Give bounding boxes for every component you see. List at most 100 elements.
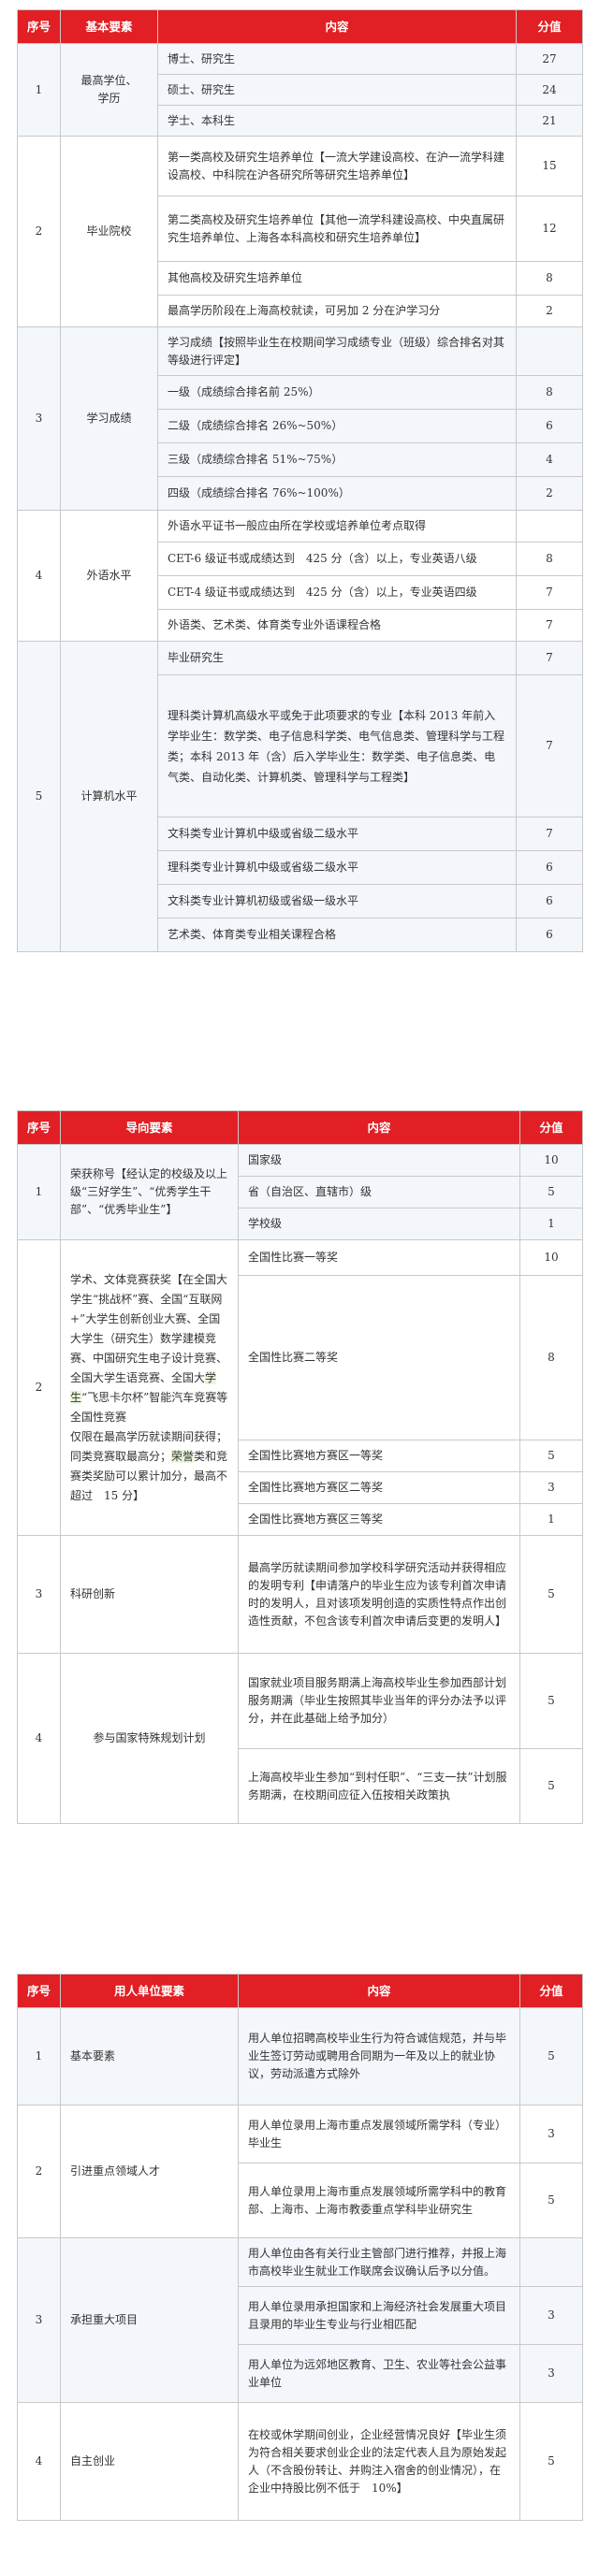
row-content: 四级（成绩综合排名 76%~100%）: [157, 476, 517, 511]
row-content: 第二类高校及研究生培养单位【其他一流学科建设高校、中央直属研究生培养单位、上海各…: [157, 195, 517, 262]
table-row: 3 学习成绩 学习成绩【按照毕业生在校期间学习成绩专业（班级）综合排名对其等级进…: [17, 326, 583, 511]
row-content: 用人单位录用承担国家和上海经济社会发展重大项目且录用的毕业生专业与行业相匹配: [238, 2286, 520, 2345]
row-factor: 承担重大项目: [60, 2237, 239, 2403]
table-header: 序号 用人单位要素 内容 分值: [17, 1974, 583, 2008]
row-content: 用人单位由各有关行业主管部门进行推荐，并报上海市高校毕业生就业工作联席会议确认后…: [238, 2237, 520, 2287]
row-content: 硕士、研究生: [157, 74, 517, 106]
row-score: 7: [516, 609, 583, 642]
table-row: 3 承担重大项目 用人单位由各有关行业主管部门进行推荐，并报上海市高校毕业生就业…: [17, 2237, 583, 2403]
highlight-text: 荣誉: [171, 1449, 195, 1463]
row-content: 第一类高校及研究生培养单位【一流大学建设高校、在沪一流学科建设高校、中科院在沪各…: [157, 136, 517, 196]
row-no: 5: [17, 641, 61, 952]
row-factor: 最高学位、 学历: [60, 43, 158, 137]
table-employer-factors: 序号 用人单位要素 内容 分值 1 基本要素 用人单位招聘高校毕业生行为符合诚信…: [17, 1974, 583, 2521]
col-header-content: 内容: [238, 1974, 520, 2008]
row-score: 6: [516, 409, 583, 443]
row-content: 学习成绩【按照毕业生在校期间学习成绩专业（班级）综合排名对其等级进行评定】: [157, 326, 517, 376]
row-score: 5: [519, 2402, 583, 2521]
row-score: 5: [519, 2163, 583, 2238]
row-content: 全国性比赛地方赛区三等奖: [238, 1503, 520, 1536]
row-score: [516, 510, 583, 543]
row-score: 21: [516, 105, 583, 137]
row-score: 5: [519, 1535, 583, 1654]
row-content: 用人单位招聘高校毕业生行为符合诚信规范，并与毕业生签订劳动或聘用合同期为一年及以…: [238, 2007, 520, 2106]
table-row: 2 引进重点领域人才 用人单位录用上海市重点发展领域所需学科（专业）毕业生 3: [17, 2105, 583, 2238]
row-no: 2: [17, 136, 61, 327]
row-score: 8: [516, 261, 583, 296]
col-header-no: 序号: [17, 9, 61, 44]
row-no: 2: [17, 1239, 61, 1536]
row-content: 最高学历阶段在上海高校就读，可另加 2 分在沪学习分: [157, 295, 517, 327]
row-content: 外语水平证书一般应由所在学校或培养单位考点取得: [157, 510, 517, 543]
table-orientation-factors: 序号 导向要素 内容 分值 1 荣获称号【经认定的校级及以上级“三好学生”、“优…: [17, 1110, 583, 1824]
table-row: 1 最高学位、 学历 博士、研究生 27: [17, 43, 583, 137]
row-score: 10: [519, 1239, 583, 1276]
col-header-score: 分值: [519, 1974, 583, 2008]
row-score: 2: [516, 295, 583, 327]
row-factor: 参与国家特殊规划计划: [60, 1653, 239, 1824]
row-content: 理科类计算机高级水平或免于此项要求的专业【本科 2013 年前入学毕业生：数学类…: [157, 674, 517, 818]
row-content: 全国性比赛地方赛区二等奖: [238, 1471, 520, 1504]
col-header-score: 分值: [516, 9, 583, 44]
row-no: 1: [17, 2007, 61, 2106]
row-score: 12: [516, 195, 583, 262]
row-score: 6: [516, 850, 583, 885]
row-score: 5: [519, 1440, 583, 1472]
row-score: 1: [519, 1503, 583, 1536]
row-content: 上海高校毕业生参加“到村任职”、“三支一扶”计划服务期满，在校期间应征入伍按相关…: [238, 1748, 520, 1824]
row-no: 3: [17, 326, 61, 511]
row-factor: 计算机水平: [60, 641, 158, 952]
row-content: 毕业研究生: [157, 641, 517, 675]
row-no: 1: [17, 43, 61, 137]
row-score: 6: [516, 918, 583, 952]
table-row: 1 基本要素 用人单位招聘高校毕业生行为符合诚信规范，并与毕业生签订劳动或聘用合…: [17, 2007, 583, 2106]
row-score: 15: [516, 136, 583, 196]
row-score: 7: [516, 674, 583, 818]
row-factor: 外语水平: [60, 510, 158, 642]
row-content: 其他高校及研究生培养单位: [157, 261, 517, 296]
row-content: CET-6 级证书或成绩达到 425 分（含）以上，专业英语八级: [157, 542, 517, 576]
row-score: 3: [519, 1471, 583, 1504]
row-score: 7: [516, 641, 583, 675]
row-score: 3: [519, 2286, 583, 2345]
row-factor: 引进重点领域人才: [60, 2105, 239, 2238]
row-score: 3: [519, 2344, 583, 2403]
table-row: 4 外语水平 外语水平证书一般应由所在学校或培养单位考点取得: [17, 510, 583, 642]
row-content: 二级（成绩综合排名 26%~50%）: [157, 409, 517, 443]
row-content: 全国性比赛二等奖: [238, 1275, 520, 1440]
col-header-factor: 导向要素: [60, 1110, 239, 1145]
row-content: 学士、本科生: [157, 105, 517, 137]
row-score: 10: [519, 1144, 583, 1177]
row-content: 外语类、艺术类、体育类专业外语课程合格: [157, 609, 517, 642]
row-score: 2: [516, 476, 583, 511]
row-content: 省（自治区、直辖市）级: [238, 1176, 520, 1208]
col-header-content: 内容: [157, 9, 517, 44]
row-content: 三级（成绩综合排名 51%~75%）: [157, 442, 517, 477]
row-no: 3: [17, 1535, 61, 1654]
row-score: 8: [519, 1275, 583, 1440]
table-row: 4 自主创业 在校或休学期间创业，企业经营情况良好【毕业生须为符合相关要求创业企…: [17, 2402, 583, 2521]
table-row: 2 毕业院校 第一类高校及研究生培养单位【一流大学建设高校、在沪一流学科建设高校…: [17, 136, 583, 327]
row-score: [519, 2237, 583, 2287]
row-content: 艺术类、体育类专业相关课程合格: [157, 918, 517, 952]
row-content: 理科类专业计算机中级或省级二级水平: [157, 850, 517, 885]
row-factor: 基本要素: [60, 2007, 239, 2106]
row-no: 4: [17, 1653, 61, 1824]
row-no: 4: [17, 2402, 61, 2521]
row-content: CET-4 级证书或成绩达到 425 分（含）以上，专业英语四级: [157, 575, 517, 610]
row-content: 文科类专业计算机中级或省级二级水平: [157, 817, 517, 851]
col-header-no: 序号: [17, 1974, 61, 2008]
row-score: [516, 326, 583, 376]
row-score: 24: [516, 74, 583, 106]
row-factor: 学术、文体竞赛获奖【在全国大学生“挑战杯”赛、全国“互联网+”大学生创新创业大赛…: [60, 1239, 239, 1536]
row-score: 3: [519, 2105, 583, 2164]
factor-text: 学术、文体竞赛获奖【在全国大学生“挑战杯”赛、全国“互联网+”大学生创新创业大赛…: [70, 1272, 228, 1384]
row-content: 在校或休学期间创业，企业经营情况良好【毕业生须为符合相关要求创业企业的法定代表人…: [238, 2402, 520, 2521]
table-header: 序号 导向要素 内容 分值: [17, 1110, 583, 1145]
row-factor: 毕业院校: [60, 136, 158, 327]
row-content: 学校级: [238, 1208, 520, 1240]
row-score: 8: [516, 375, 583, 410]
factor-text: “飞思卡尔杯”智能汽车竞赛等全国性竞赛: [70, 1390, 228, 1424]
row-content: 文科类专业计算机初级或省级一级水平: [157, 884, 517, 919]
row-no: 2: [17, 2105, 61, 2238]
